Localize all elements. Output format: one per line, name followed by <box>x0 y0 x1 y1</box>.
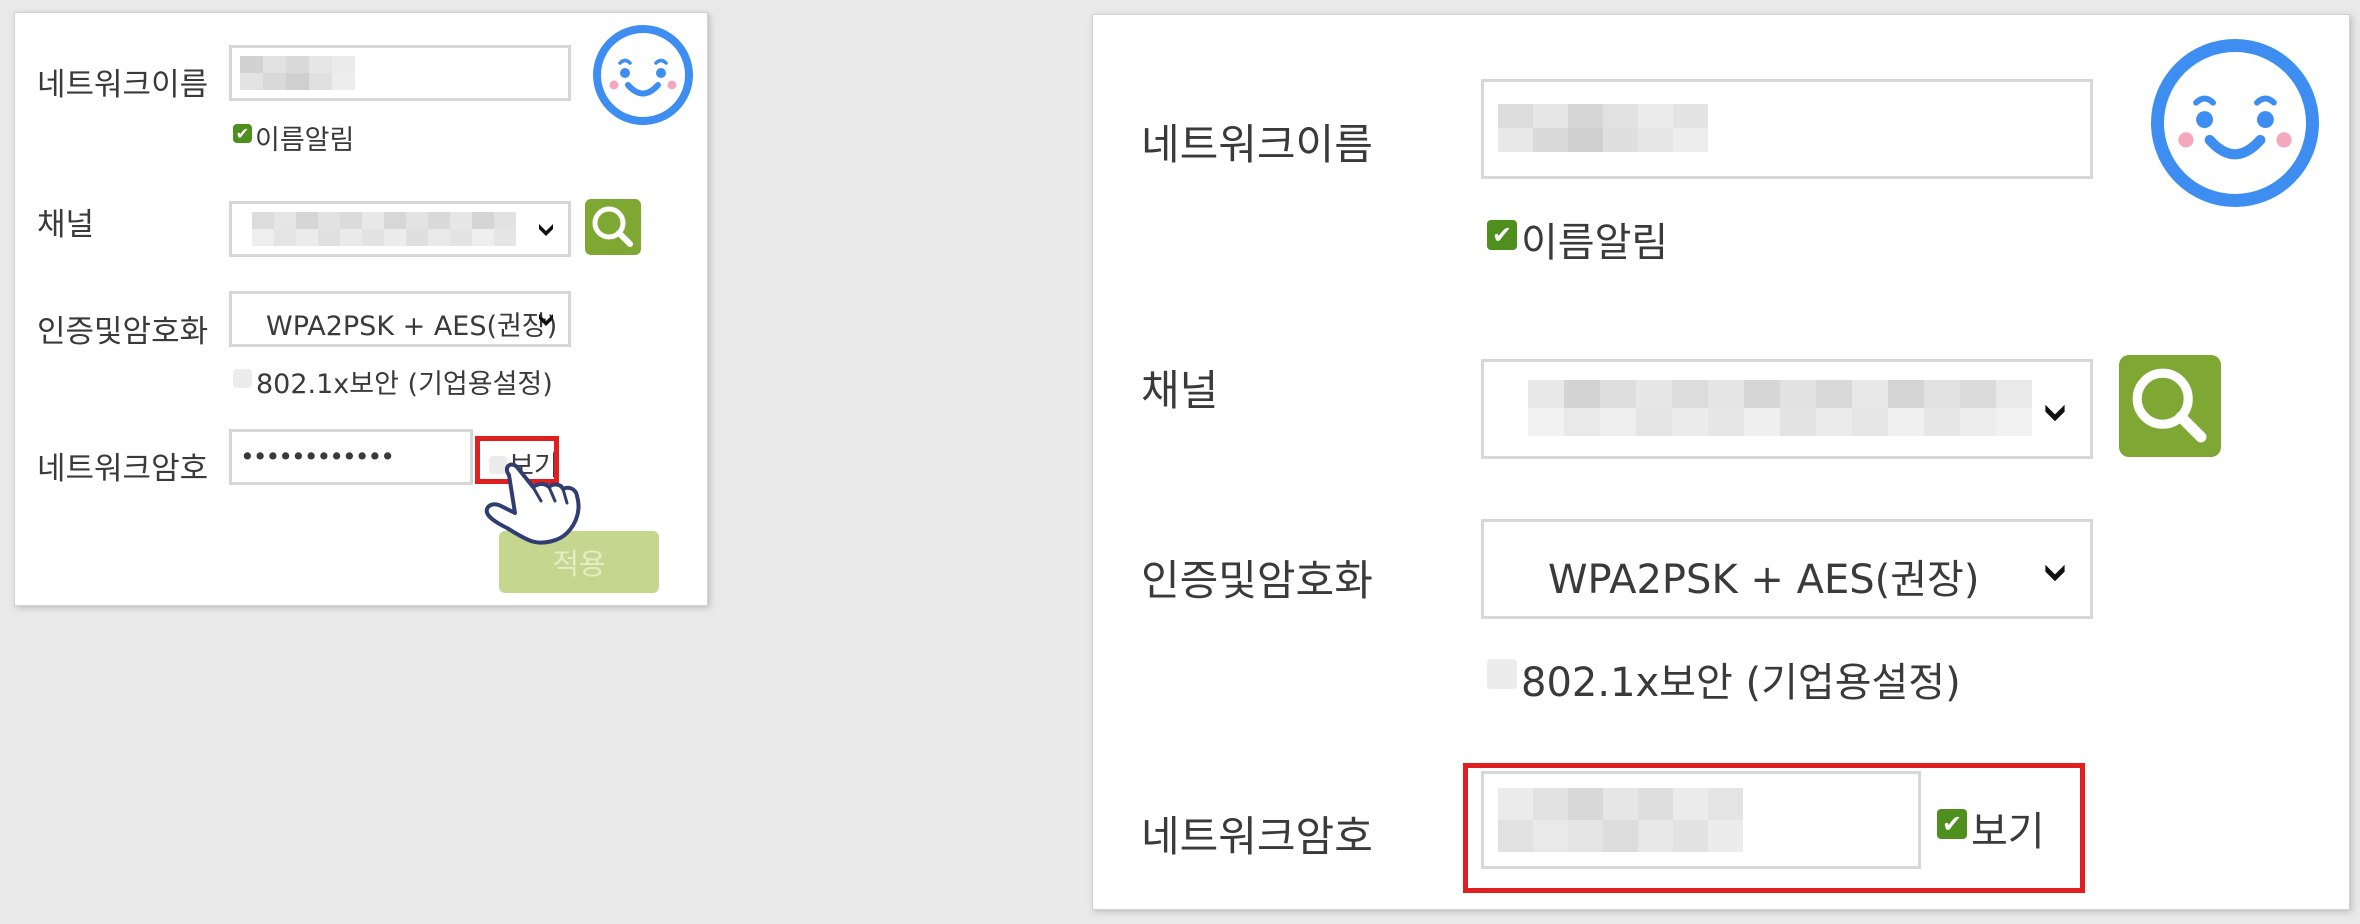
enterprise-security-label: 802.1x보안 (기업용설정) <box>1521 660 1961 706</box>
network-name-label: 네트워크이름 <box>37 67 209 103</box>
channel-select[interactable] <box>229 201 571 257</box>
chevron-down-icon <box>539 224 553 236</box>
network-name-label: 네트워크이름 <box>1141 120 1373 169</box>
hand-pointer-icon <box>484 462 581 545</box>
broadcast-name-checkbox[interactable]: ✔ <box>1487 220 1517 250</box>
auth-select-value: WPA2PSK + AES(권장) <box>1548 557 1980 603</box>
right-panel: 네트워크이름 ✔ 이름알림 채널 인증및암호화 WPA2PSK + AES(권장… <box>1092 14 2350 910</box>
broadcast-name-label: 이름알림 <box>1521 220 1669 266</box>
channel-label: 채널 <box>37 207 95 243</box>
password-label: 네트워크암호 <box>1141 812 1373 861</box>
enterprise-security-checkbox[interactable] <box>1487 659 1517 689</box>
channel-label: 채널 <box>1141 366 1219 415</box>
smiley-icon <box>593 25 693 125</box>
left-panel: 네트워크이름 ✔ 이름알림 채널 인증및암호화 WPA2PSK + AES(권장… <box>14 12 708 606</box>
blurred-network-name <box>1498 104 1708 152</box>
chevron-down-icon <box>2045 404 2065 422</box>
auth-label: 인증및암호화 <box>1141 556 1373 605</box>
enterprise-security-label: 802.1x보안 (기업용설정) <box>256 369 553 400</box>
password-input[interactable]: •••••••••••• <box>229 429 473 485</box>
channel-search-button[interactable] <box>585 199 641 255</box>
broadcast-name-checkbox[interactable]: ✔ <box>233 124 252 143</box>
network-name-input[interactable] <box>1481 79 2093 179</box>
broadcast-name-label: 이름알림 <box>255 125 355 156</box>
checkmark-icon: ✔ <box>235 124 250 143</box>
blurred-channel-value <box>252 212 516 246</box>
password-row-highlight <box>1463 763 2085 893</box>
chevron-down-icon <box>539 314 553 326</box>
smiley-icon <box>2151 39 2319 207</box>
search-icon <box>2132 368 2207 443</box>
blurred-channel-value <box>1528 380 2032 436</box>
auth-select[interactable]: WPA2PSK + AES(권장) <box>229 291 571 347</box>
checkmark-icon: ✔ <box>1491 221 1513 249</box>
auth-label: 인증및암호화 <box>37 314 209 350</box>
chevron-down-icon <box>2045 564 2065 582</box>
password-value: •••••••••••• <box>240 442 395 471</box>
network-name-input[interactable] <box>229 45 571 101</box>
channel-search-button[interactable] <box>2119 355 2221 457</box>
enterprise-security-checkbox[interactable] <box>233 369 252 388</box>
search-icon <box>592 206 633 247</box>
blurred-network-name <box>240 56 355 90</box>
password-label: 네트워크암호 <box>37 451 209 487</box>
channel-select[interactable] <box>1481 359 2093 459</box>
auth-select-value: WPA2PSK + AES(권장) <box>266 311 558 342</box>
auth-select[interactable]: WPA2PSK + AES(권장) <box>1481 519 2093 619</box>
